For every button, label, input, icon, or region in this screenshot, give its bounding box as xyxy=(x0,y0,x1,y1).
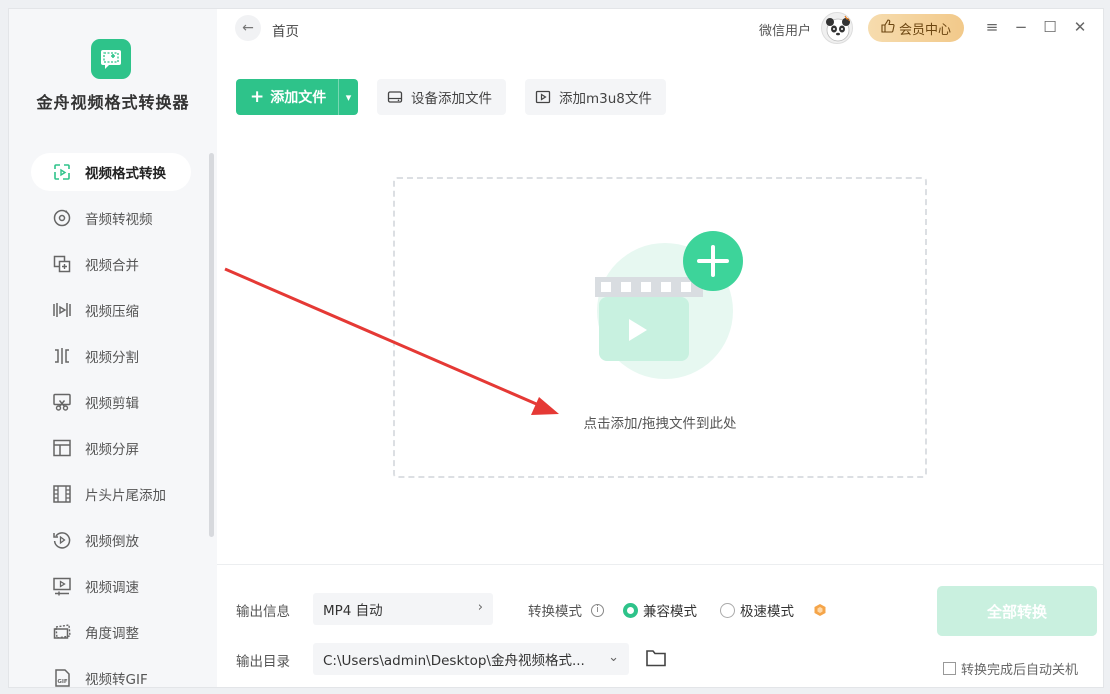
sidebar-item-label: 视频调速 xyxy=(85,580,139,596)
output-format-select[interactable]: MP4 自动 › xyxy=(313,593,493,625)
sidebar-item-audio-to-video[interactable]: 音频转视频 xyxy=(31,199,191,237)
sidebar-item-video-edit[interactable]: 视频剪辑 xyxy=(31,383,191,421)
video-convert-icon xyxy=(51,161,73,183)
sidebar-item-split-screen[interactable]: 视频分屏 xyxy=(31,429,191,467)
close-icon[interactable]: ✕ xyxy=(1070,18,1090,36)
breadcrumb[interactable]: 首页 xyxy=(272,20,299,40)
vip-badge-icon xyxy=(814,604,826,616)
sidebar-item-label: 视频倒放 xyxy=(85,534,139,550)
folder-icon[interactable] xyxy=(645,648,667,668)
sidebar-item-label: 视频格式转换 xyxy=(85,166,166,182)
sidebar-item-label: 视频分屏 xyxy=(85,442,139,458)
minimize-icon[interactable]: − xyxy=(1011,18,1031,36)
thumbs-up-icon xyxy=(881,19,895,37)
sidebar-item-label: 音频转视频 xyxy=(85,212,153,228)
sidebar-item-video-reverse[interactable]: 视频倒放 xyxy=(31,521,191,559)
mode-compatible-label: 兼容模式 xyxy=(643,604,697,620)
sidebar-item-label: 视频合并 xyxy=(85,258,139,274)
sidebar-item-intro-outro[interactable]: 片头片尾添加 xyxy=(31,475,191,513)
add-file-button[interactable]: + 添加文件 ▾ xyxy=(236,79,358,115)
output-info-label: 输出信息 xyxy=(236,604,290,620)
gif-icon: GIF xyxy=(51,667,73,687)
file-drop-zone[interactable]: 点击添加/拖拽文件到此处 xyxy=(393,177,927,478)
device-add-label: 设备添加文件 xyxy=(411,91,492,107)
chevron-down-icon: ⌄ xyxy=(608,650,619,665)
sidebar-item-video-split[interactable]: 视频分割 xyxy=(31,337,191,375)
sidebar-item-label: 视频剪辑 xyxy=(85,396,139,412)
output-dir-value: C:\Users\admin\Desktop\金舟视频格式... xyxy=(323,653,585,669)
radio-selected-icon xyxy=(623,602,638,618)
plus-icon: + xyxy=(250,87,265,107)
film-icon xyxy=(51,483,73,505)
maximize-icon[interactable]: ☐ xyxy=(1040,18,1060,36)
avatar[interactable] xyxy=(821,12,853,44)
sidebar-item-video-speed[interactable]: 视频调速 xyxy=(31,567,191,605)
sidebar-item-label: 片头片尾添加 xyxy=(85,488,166,504)
device-add-file-button[interactable]: 设备添加文件 xyxy=(377,79,506,115)
output-format-value: MP4 自动 xyxy=(323,603,383,619)
mode-fast-radio[interactable]: 极速模式 xyxy=(720,600,794,620)
hard-drive-icon xyxy=(387,89,403,105)
scissors-icon xyxy=(51,391,73,413)
app-window: 金舟视频格式转换器 视频格式转换 音频转视频 视频合并 视频压缩 视频分割 视频… xyxy=(8,8,1104,688)
logo-icon xyxy=(101,50,121,69)
merge-icon xyxy=(51,253,73,275)
add-m3u8-button[interactable]: 添加m3u8文件 xyxy=(525,79,666,115)
sidebar: 金舟视频格式转换器 视频格式转换 音频转视频 视频合并 视频压缩 视频分割 视频… xyxy=(9,9,217,688)
mode-fast-label: 极速模式 xyxy=(740,604,794,620)
sidebar-scrollbar[interactable] xyxy=(209,153,214,537)
sidebar-item-label: 角度调整 xyxy=(85,626,139,642)
auto-shutdown-checkbox[interactable]: 转换完成后自动关机 xyxy=(943,659,1078,678)
compress-icon xyxy=(51,299,73,321)
info-icon[interactable]: i xyxy=(591,604,604,617)
add-m3u8-label: 添加m3u8文件 xyxy=(559,91,652,107)
sidebar-item-video-format-convert[interactable]: 视频格式转换 xyxy=(31,153,191,191)
speed-icon xyxy=(51,575,73,597)
split-icon xyxy=(51,345,73,367)
reverse-icon xyxy=(51,529,73,551)
chevron-right-icon: › xyxy=(477,600,483,615)
sidebar-item-video-merge[interactable]: 视频合并 xyxy=(31,245,191,283)
svg-text:GIF: GIF xyxy=(57,679,68,685)
radio-unselected-icon xyxy=(720,602,735,618)
split-screen-icon xyxy=(51,437,73,459)
sidebar-item-label: 视频压缩 xyxy=(85,304,139,320)
back-button[interactable]: ← xyxy=(235,15,261,41)
checkbox-icon xyxy=(943,662,956,675)
convert-mode-label: 转换模式 xyxy=(528,604,582,620)
panda-avatar-icon xyxy=(826,15,851,42)
chevron-down-icon[interactable]: ▾ xyxy=(338,79,358,115)
sidebar-item-rotate[interactable]: 角度调整 xyxy=(31,613,191,651)
mode-compatible-radio[interactable]: 兼容模式 xyxy=(623,600,697,620)
app-logo xyxy=(91,39,131,79)
vip-center-button[interactable]: 会员中心 xyxy=(868,14,964,42)
convert-all-button[interactable]: 全部转换 xyxy=(937,586,1097,636)
output-settings-panel: 输出信息 MP4 自动 › 转换模式 i 兼容模式 极速模式 输出目录 C:\U… xyxy=(217,564,1103,687)
arrow-left-icon: ← xyxy=(242,20,254,36)
disc-icon xyxy=(51,207,73,229)
add-video-illustration xyxy=(595,231,743,379)
sidebar-nav: 视频格式转换 音频转视频 视频合并 视频压缩 视频分割 视频剪辑 视频分屏 片头… xyxy=(31,153,191,688)
sidebar-item-label: 视频转GIF xyxy=(85,672,148,688)
video-play-icon xyxy=(535,89,551,105)
sidebar-item-to-gif[interactable]: GIF 视频转GIF xyxy=(31,659,191,688)
sidebar-item-video-compress[interactable]: 视频压缩 xyxy=(31,291,191,329)
user-name[interactable]: 微信用户 xyxy=(759,20,811,39)
sidebar-item-label: 视频分割 xyxy=(85,350,139,366)
output-dir-select[interactable]: C:\Users\admin\Desktop\金舟视频格式... ⌄ xyxy=(313,643,629,675)
drop-hint: 点击添加/拖拽文件到此处 xyxy=(583,416,737,432)
auto-shutdown-label: 转换完成后自动关机 xyxy=(961,663,1079,678)
vip-label: 会员中心 xyxy=(898,22,951,38)
rotate-icon xyxy=(51,621,73,643)
app-title: 金舟视频格式转换器 xyxy=(36,93,190,112)
add-file-label: 添加文件 xyxy=(270,90,327,106)
menu-icon[interactable]: ≡ xyxy=(982,18,1002,36)
output-dir-label: 输出目录 xyxy=(236,654,290,670)
